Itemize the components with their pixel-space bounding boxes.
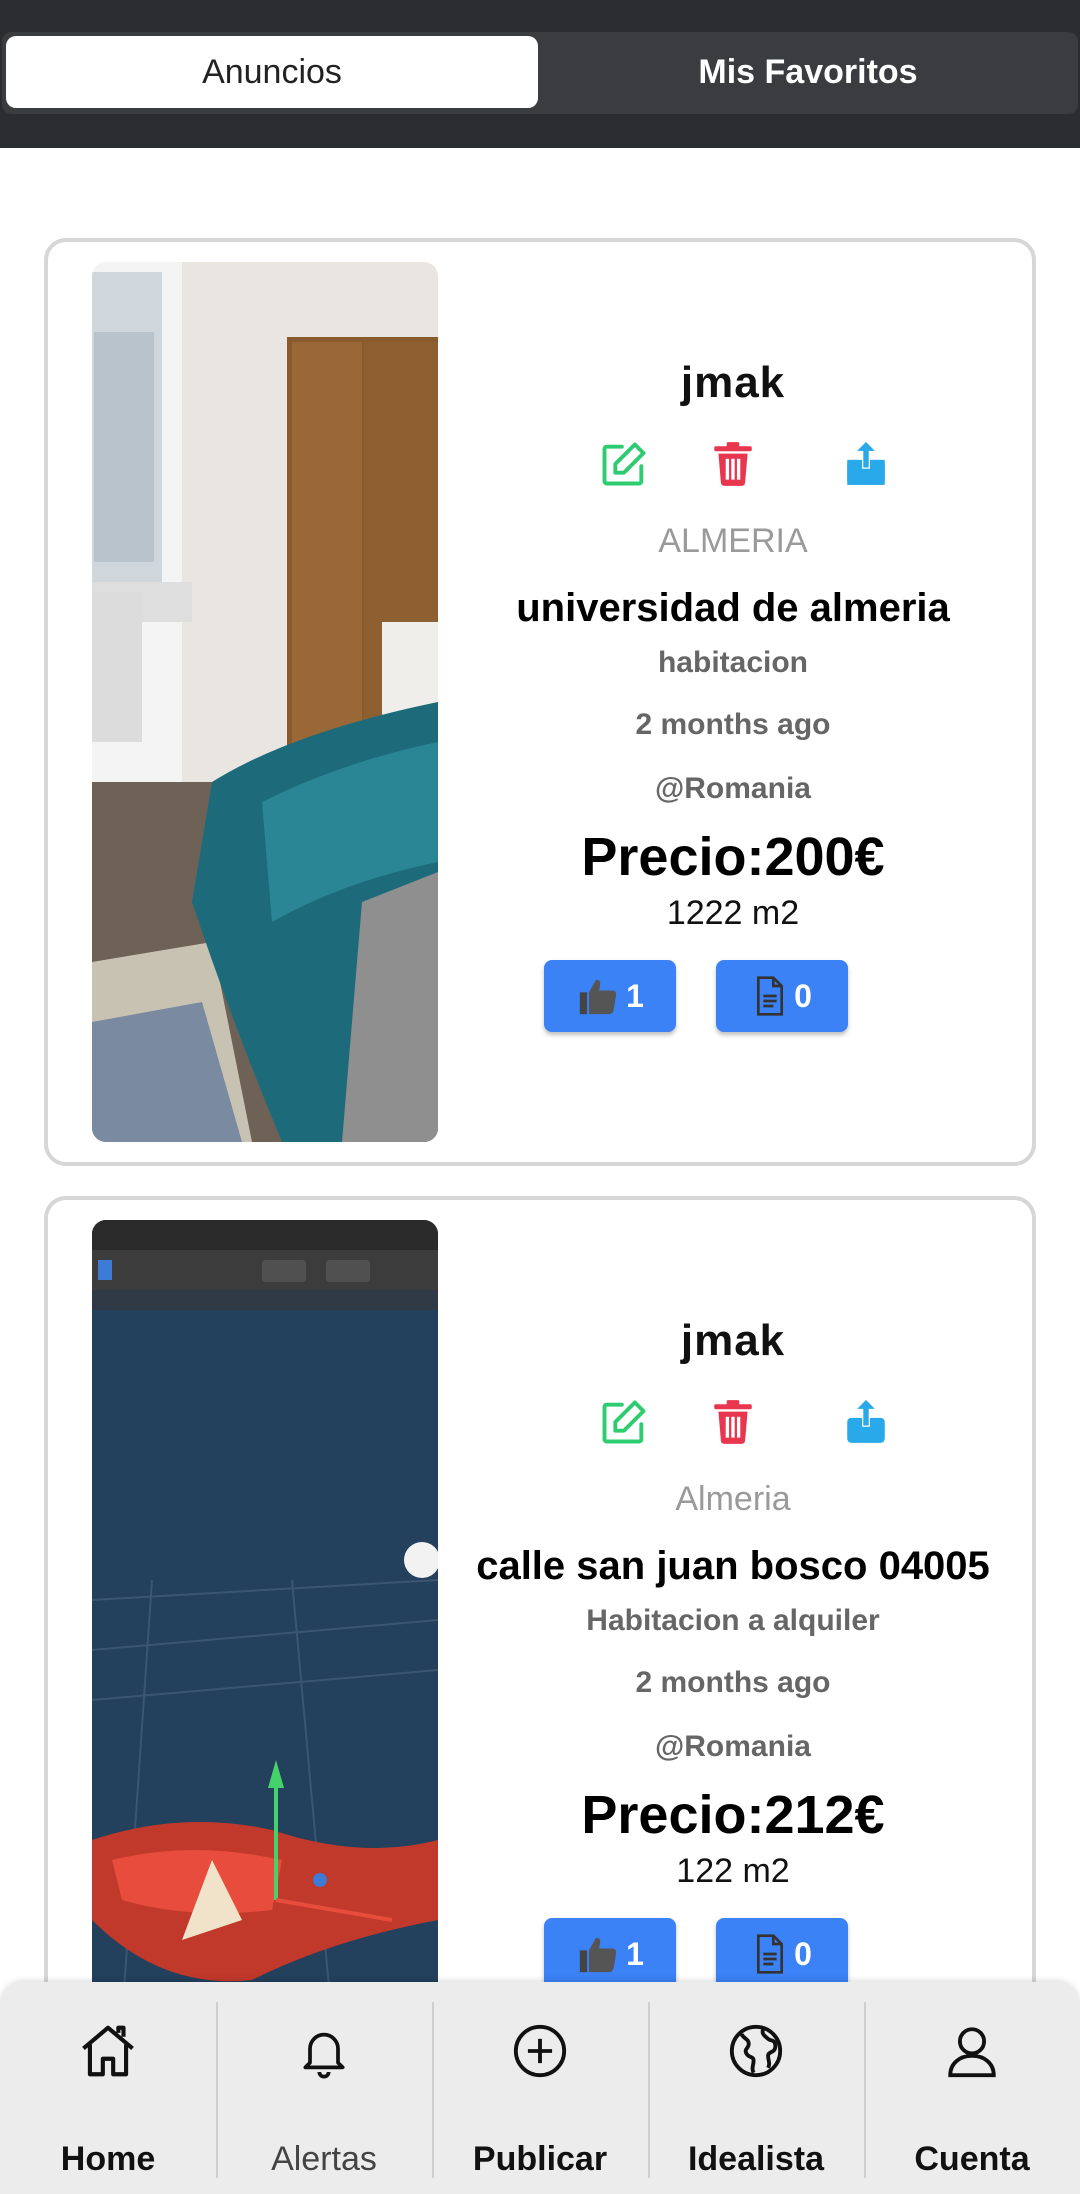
listing-type: habitacion xyxy=(657,646,808,679)
listing-user: @Romania xyxy=(655,1730,811,1763)
tab-mis-favoritos[interactable]: Mis Favoritos xyxy=(542,36,1074,108)
listing-date: 2 months ago xyxy=(635,1666,831,1699)
listing-type: Habitacion a alquiler xyxy=(586,1604,880,1637)
home-icon xyxy=(0,2016,216,2086)
edit-icon[interactable] xyxy=(596,436,652,492)
listing-address: universidad de almeria xyxy=(516,586,950,630)
user-icon xyxy=(864,2016,1080,2086)
owner-name: jmak xyxy=(680,358,786,407)
share-icon[interactable] xyxy=(838,436,894,492)
bottom-nav: Home Alertas Publicar Idealista Cuenta xyxy=(0,1982,1080,2194)
plus-circle-icon xyxy=(432,2016,648,2086)
listing-size: 122 m2 xyxy=(676,1852,790,1890)
listing-card[interactable]: jmak xyxy=(44,238,1036,1166)
share-icon[interactable] xyxy=(838,1394,894,1450)
3d-editor-photo xyxy=(92,1220,438,2020)
bedroom-photo xyxy=(92,262,438,1142)
document-icon xyxy=(757,976,784,1016)
listing-city: Almeria xyxy=(675,1480,791,1518)
listing-photo[interactable] xyxy=(92,262,438,1142)
listing-actions xyxy=(468,436,998,496)
delete-icon[interactable] xyxy=(705,436,761,492)
documents-button[interactable]: 0 xyxy=(716,960,848,1032)
documents-button[interactable]: 0 xyxy=(716,1918,848,1990)
documents-count: 0 xyxy=(794,977,812,1014)
nav-cuenta-label: Cuenta xyxy=(914,2140,1030,2178)
listing-city: ALMERIA xyxy=(658,522,808,560)
globe-icon xyxy=(648,2016,864,2086)
top-bar: Anuncios Mis Favoritos xyxy=(0,0,1080,148)
edit-icon[interactable] xyxy=(596,1394,652,1450)
thumbs-up-icon xyxy=(579,979,617,1015)
nav-alertas-label: Alertas xyxy=(271,2140,377,2178)
tab-anuncios[interactable]: Anuncios xyxy=(6,36,538,108)
nav-home-label: Home xyxy=(60,2140,156,2178)
bell-icon xyxy=(216,2016,432,2086)
nav-alertas[interactable]: Alertas xyxy=(216,1982,432,2194)
listing-actions xyxy=(468,1394,998,1454)
nav-idealista-label: Idealista xyxy=(687,2140,825,2178)
like-count: 1 xyxy=(626,977,644,1014)
listing-price: Precio:200€ xyxy=(581,827,885,887)
nav-publicar[interactable]: Publicar xyxy=(432,1982,648,2194)
like-button[interactable]: 1 xyxy=(544,1918,676,1990)
documents-count: 0 xyxy=(794,1935,812,1972)
nav-home[interactable]: Home xyxy=(0,1982,216,2194)
listing-price: Precio:212€ xyxy=(581,1785,885,1845)
listing-buttons: 1 0 xyxy=(544,960,854,1040)
nav-idealista[interactable]: Idealista xyxy=(648,1982,864,2194)
listing-address: calle san juan bosco 04005 xyxy=(476,1544,990,1588)
owner-name: jmak xyxy=(680,1316,786,1365)
nav-publicar-label: Publicar xyxy=(472,2140,608,2178)
listing-user: @Romania xyxy=(655,772,811,805)
listing-photo[interactable] xyxy=(92,1220,438,2020)
listing-size: 1222 m2 xyxy=(666,894,800,932)
delete-icon[interactable] xyxy=(705,1394,761,1450)
like-button[interactable]: 1 xyxy=(544,960,676,1032)
document-icon xyxy=(757,1934,784,1974)
listing-date: 2 months ago xyxy=(635,708,831,741)
thumbs-up-icon xyxy=(579,1937,617,1973)
nav-cuenta[interactable]: Cuenta xyxy=(864,1982,1080,2194)
segmented-control: Anuncios Mis Favoritos xyxy=(2,32,1078,114)
like-count: 1 xyxy=(626,1935,644,1972)
